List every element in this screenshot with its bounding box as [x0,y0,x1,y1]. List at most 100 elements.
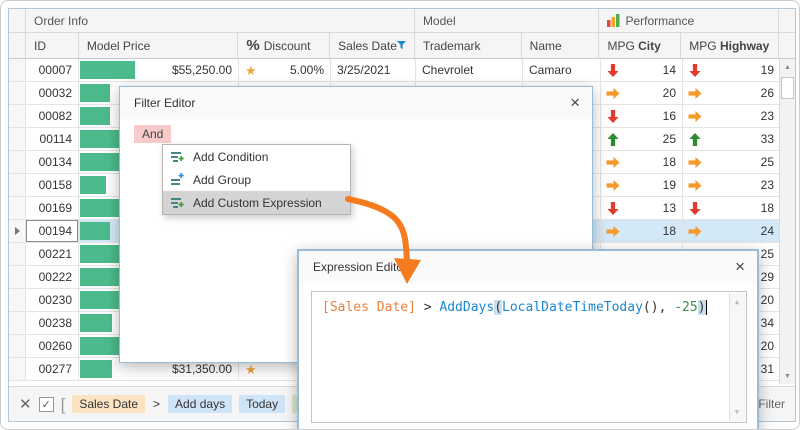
group-operator-and[interactable]: And [134,125,172,143]
cell-name[interactable]: Camaro [523,59,601,81]
add-group-icon [171,172,185,187]
row-indicator [9,220,26,242]
column-filter-icon[interactable] [396,40,406,51]
cell-mpg-city[interactable]: 18 [601,151,683,173]
band-indicator-spacer [9,9,26,32]
cell-mpg-highway[interactable]: 18 [683,197,781,219]
scroll-thumb[interactable] [781,77,794,99]
trend-right-arrow-icon [688,110,702,122]
filter-chip-func[interactable]: Add days [168,395,233,413]
cell-id[interactable]: 00277 [26,358,79,380]
header-price-label: Model Price [86,38,151,53]
cell-id[interactable]: 00134 [26,151,79,173]
header-name-label: Name [529,38,562,53]
cell-mpg-city[interactable]: 14 [601,59,683,81]
cell-model-price[interactable]: $55,250.00 [79,59,239,81]
band-model[interactable]: Model [415,9,600,32]
band-performance[interactable]: Performance [599,9,779,32]
trend-down-arrow-icon [607,63,619,77]
menu-item-add-custom-expression[interactable]: Add Custom Expression [163,191,350,214]
column-header-model-price[interactable]: Model Price [79,33,239,58]
cell-mpg-highway[interactable]: 19 [683,59,781,81]
cell-id[interactable]: 00221 [26,243,79,265]
cell-id[interactable]: 00238 [26,312,79,334]
cell-mpg-city[interactable]: 20 [601,82,683,104]
cell-id[interactable]: 00082 [26,105,79,127]
trend-right-arrow-icon [688,179,702,191]
price-data-bar [80,61,135,79]
column-header-discount[interactable]: % Discount [238,33,331,58]
trend-right-arrow-icon [606,156,620,168]
filter-editor-close-icon[interactable]: × [570,94,580,111]
trend-right-arrow-icon [688,225,702,237]
cell-id[interactable]: 00260 [26,335,79,357]
expression-scroll-down-icon[interactable]: ▼ [730,405,744,419]
filter-enabled-checkbox[interactable]: ✓ [38,396,54,412]
row-indicator [9,289,26,311]
expression-scrollbar[interactable]: ▲ ▼ [729,293,745,421]
band-order-info[interactable]: Order Info [26,9,415,32]
header-scroll-spacer [779,33,795,58]
trend-right-arrow-icon [606,179,620,191]
cell-mpg-city[interactable]: 18 [601,220,683,242]
cell-id[interactable]: 00114 [26,128,79,150]
column-header-trademark[interactable]: Trademark [415,33,522,58]
cell-id[interactable]: 00158 [26,174,79,196]
cell-trademark[interactable]: Chevrolet [416,59,523,81]
row-indicator [9,105,26,127]
filter-editor-context-menu: Add Condition Add Group Add Custom Express… [162,144,351,215]
cell-id[interactable]: 00007 [26,59,79,81]
vertical-scrollbar[interactable]: ▲ ▼ [779,59,795,384]
menu-item-add-group[interactable]: Add Group [163,168,350,191]
cell-mpg-highway[interactable]: 25 [683,151,781,173]
filter-chip-func[interactable]: Today [239,395,286,413]
filter-remove-icon[interactable]: ✕ [19,397,32,412]
scroll-up-button[interactable]: ▲ [780,59,795,75]
cell-id[interactable]: 00222 [26,266,79,288]
row-indicator [9,312,26,334]
filter-chip-op[interactable]: > [152,395,161,413]
column-header-mpg-highway[interactable]: MPG Highway [681,33,779,58]
discount-star-icon: ★ [245,62,257,78]
header-id-label: ID [34,38,46,53]
menu-item-label: Add Condition [193,149,269,164]
table-row[interactable]: 00007 $55,250.00 ★ 5.00% 3/25/2021 Chevrolet C… [9,59,795,82]
cell-id[interactable]: 00194 [26,220,79,242]
expression-token: (), [642,300,675,315]
cell-mpg-highway[interactable]: 23 [683,174,781,196]
cell-id[interactable]: 00169 [26,197,79,219]
filter-panel-label[interactable]: Filter [758,397,785,411]
column-header-mpg-city[interactable]: MPG City [599,33,682,58]
cell-id[interactable]: 00230 [26,289,79,311]
cell-id[interactable]: 00032 [26,82,79,104]
column-header-name[interactable]: Name [522,33,600,58]
band-performance-label: Performance [625,13,695,28]
cell-mpg-highway[interactable]: 26 [683,82,781,104]
filter-editor-title-label: Filter Editor [134,96,196,110]
cell-mpg-city[interactable]: 19 [601,174,683,196]
trend-down-arrow-icon [607,201,619,215]
expression-editor-close-icon[interactable]: × [735,258,745,275]
expression-editor-title-label: Expression Editor [313,260,408,274]
trend-up-arrow-icon [689,132,701,146]
menu-item-add-condition[interactable]: Add Condition [163,145,350,168]
column-header-id[interactable]: ID [26,33,79,58]
cell-mpg-highway[interactable]: 23 [683,105,781,127]
expression-scroll-up-icon[interactable]: ▲ [730,295,744,309]
price-data-bar [80,84,110,102]
cell-mpg-city[interactable]: 25 [601,128,683,150]
filter-chip-field[interactable]: Sales Date [72,395,146,413]
cell-mpg-city[interactable]: 16 [601,105,683,127]
cell-mpg-highway[interactable]: 24 [683,220,781,242]
percent-icon: % [246,37,260,54]
scroll-down-button[interactable]: ▼ [780,368,795,384]
add-condition-icon [171,150,185,164]
add-custom-expression-icon [171,196,185,210]
cell-sales-date[interactable]: 3/25/2021 [331,59,416,81]
cell-mpg-highway[interactable]: 33 [683,128,781,150]
cell-discount[interactable]: ★ 5.00% [239,59,331,81]
cell-mpg-city[interactable]: 13 [601,197,683,219]
trend-right-arrow-icon [606,225,620,237]
expression-input[interactable]: [Sales Date] > AddDays(LocalDateTimeToda… [311,291,747,423]
column-header-sales-date[interactable]: Sales Date [330,33,415,58]
